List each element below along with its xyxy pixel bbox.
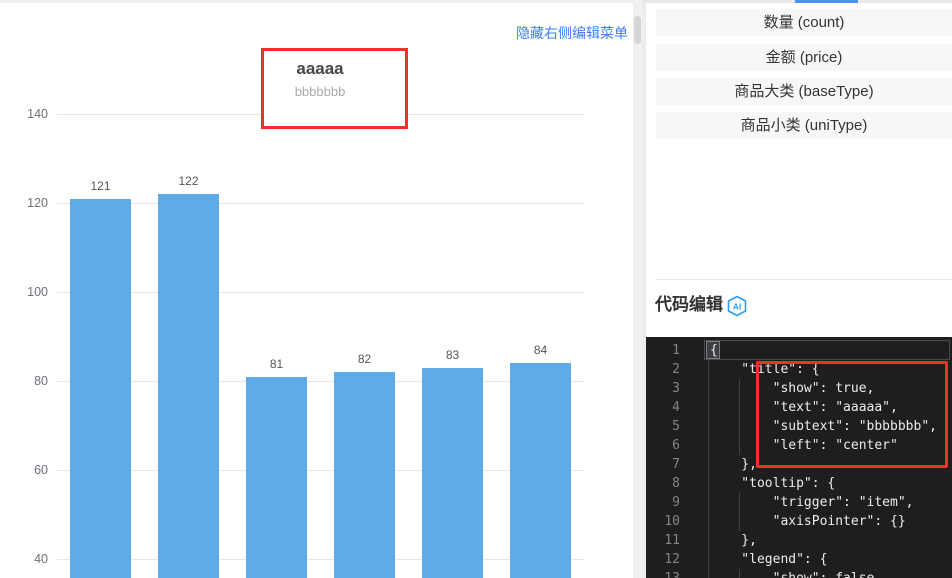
indent-guide (708, 493, 709, 512)
svg-text:AI: AI (733, 302, 742, 312)
chart-subtitle: bbbbbbb (199, 82, 441, 101)
code-text: "tooltip": { (710, 474, 835, 493)
bar-value-label: 81 (246, 357, 307, 372)
indent-guide (708, 512, 709, 531)
editor-pane: 数量 (count) 金额 (price) 商品大类 (baseType) 商品小类 … (642, 0, 952, 578)
y-axis-tick-label: 100 (4, 284, 48, 300)
field-list-item[interactable]: 金额 (price) (656, 44, 952, 71)
line-number: 13 (646, 569, 680, 578)
chart-title: aaaaa (199, 58, 441, 80)
indent-guide (708, 398, 709, 417)
code-text: "trigger": "item", (710, 493, 914, 512)
gridline (57, 559, 584, 560)
gridline (57, 203, 584, 204)
line-number: 7 (646, 455, 680, 474)
bar[interactable] (422, 368, 483, 578)
code-text: "legend": { (710, 550, 827, 569)
bar[interactable] (510, 363, 571, 578)
bar-value-label: 82 (334, 352, 395, 367)
gridline (57, 381, 584, 382)
bar[interactable] (246, 377, 307, 578)
field-list-item[interactable]: 商品小类 (uniType) (656, 112, 952, 139)
code-editor[interactable]: 1{2 "title": {3 "show": true,4 "text": "… (646, 337, 952, 578)
line-number: 1 (646, 341, 680, 360)
bar-value-label: 83 (422, 348, 483, 363)
code-line[interactable]: 10 "axisPointer": {} (646, 512, 952, 531)
line-number: 3 (646, 379, 680, 398)
line-number: 6 (646, 436, 680, 455)
field-list-item[interactable]: 数量 (count) (656, 9, 952, 36)
gridline (57, 470, 584, 471)
gridline (57, 292, 584, 293)
code-line[interactable]: 12 "legend": { (646, 550, 952, 569)
code-line[interactable]: 8 "tooltip": { (646, 474, 952, 493)
y-axis-tick-label: 120 (4, 195, 48, 211)
bar-value-label: 121 (70, 179, 131, 194)
chart-pane: 隐藏右侧编辑菜单 140120100806040 aaaaa bbbbbbb 1… (0, 0, 633, 578)
code-highlight-box (756, 361, 948, 468)
indent-guide (708, 569, 709, 578)
chart-title-group: aaaaa bbbbbbb (199, 58, 441, 101)
line-number: 8 (646, 474, 680, 493)
indent-guide (708, 474, 709, 493)
line-number: 9 (646, 493, 680, 512)
bar-value-label: 84 (510, 343, 571, 358)
code-text: { (710, 341, 718, 360)
y-axis-tick-label: 40 (4, 551, 48, 567)
vertical-scrollbar[interactable] (633, 0, 642, 578)
indent-guide (708, 379, 709, 398)
line-number: 11 (646, 531, 680, 550)
indent-guide (708, 455, 709, 474)
indent-guide (708, 436, 709, 455)
code-text: "show": false (710, 569, 874, 578)
scrollbar-thumb[interactable] (634, 16, 641, 44)
bar[interactable] (158, 194, 219, 578)
code-line[interactable]: 1{ (646, 341, 952, 360)
ai-icon[interactable]: AI (726, 295, 748, 317)
field-list-item[interactable]: 商品大类 (baseType) (656, 78, 952, 105)
line-number: 12 (646, 550, 680, 569)
code-text: "axisPointer": {} (710, 512, 906, 531)
line-number: 5 (646, 417, 680, 436)
indent-guide (708, 417, 709, 436)
y-axis-tick-label: 140 (4, 106, 48, 122)
line-number: 10 (646, 512, 680, 531)
code-line[interactable]: 13 "show": false (646, 569, 952, 578)
line-number: 2 (646, 360, 680, 379)
bar-chart: 140 120 100 80 60 40 aaaaa bbbbbbb 121 122 81 82… (0, 0, 633, 578)
indent-guide (708, 531, 709, 550)
bar[interactable] (334, 372, 395, 578)
code-text: }, (710, 455, 757, 474)
tab-indicator (795, 0, 858, 3)
code-line[interactable]: 11 }, (646, 531, 952, 550)
indent-guide (708, 360, 709, 379)
code-text: }, (710, 531, 757, 550)
code-line[interactable]: 9 "trigger": "item", (646, 493, 952, 512)
bar[interactable] (70, 199, 131, 578)
code-editor-title: 代码编辑 (655, 293, 723, 317)
y-axis-tick-label: 80 (4, 373, 48, 389)
bar-value-label: 122 (158, 174, 219, 189)
y-axis-tick-label: 60 (4, 462, 48, 478)
section-divider (655, 279, 952, 280)
indent-guide (708, 550, 709, 569)
line-number: 4 (646, 398, 680, 417)
